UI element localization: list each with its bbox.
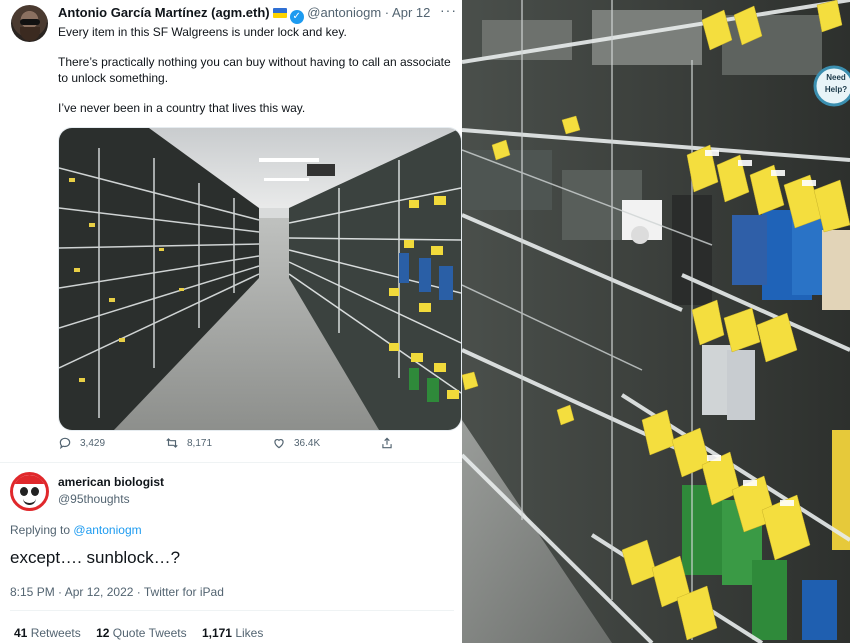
retweets-count: 41 [14,626,28,640]
reply-icon [59,437,71,450]
likes-count: 1,171 [201,626,232,640]
tweet-panel: Antonio García Martínez (agm.eth) ✓ @anto… [0,0,462,643]
tweet-paragraph: I’ve never been in a country that lives … [58,101,306,115]
verified-icon: ✓ [289,10,304,24]
reply-action[interactable]: 3,429 [58,436,105,450]
tweet-header: Antonio García Martínez (agm.eth) ✓ @anto… [58,5,430,24]
retweet-icon [166,438,178,448]
avatar-mouth [23,498,36,505]
author-handle[interactable]: @antoniogm [307,5,381,20]
share-action[interactable] [380,436,394,450]
replying-prefix: Replying to [10,523,71,537]
separator-dot: · [384,5,390,20]
author-name[interactable]: Antonio García Martínez (agm.eth) [58,5,270,20]
avatar-beard [20,27,40,41]
retweet-count: 8,171 [187,437,213,449]
ukraine-flag-icon [272,8,287,18]
reply-meta[interactable]: 8:15 PM · Apr 12, 2022 · Twitter for iPa… [10,585,224,599]
reply-author-name[interactable]: american biologist [58,475,164,489]
quote-tweets-count: 12 [96,626,110,640]
like-action[interactable]: 36.4K [272,436,320,450]
divider [0,462,462,463]
help-sign: Need Help? [813,65,850,107]
tweet-paragraph: Every item in this SF Walgreens is under… [58,25,347,39]
tweet-date[interactable]: Apr 12 [392,5,430,20]
replying-to-line: Replying to @antoniogm [10,523,142,537]
reply-count: 3,429 [80,437,106,449]
likes-label: Likes [235,626,264,640]
avatar-eye [31,487,39,496]
tweet-photo[interactable] [58,127,462,431]
reply-stats: 41 Retweets 12 Quote Tweets 1,171 Likes [14,626,275,640]
replying-to-link[interactable]: @antoniogm [73,523,141,537]
help-sign-line-1: Need [826,73,846,82]
share-icon [382,437,392,449]
avatar-glasses [20,19,40,25]
author-avatar[interactable] [11,5,48,42]
like-icon [274,439,284,449]
tweet-paragraph: There’s practically nothing you can buy … [58,55,451,85]
tweet-body: Every item in this SF Walgreens is under… [58,24,456,130]
tweet-actions: 3,429 8,171 36.4K [58,436,458,454]
avatar-eye [20,487,28,496]
quote-tweets-label: Quote Tweets [112,626,187,640]
retweet-action[interactable]: 8,171 [165,436,212,450]
locked-shelves-image: Need Help? [462,0,850,643]
help-sign-line-2: Help? [825,85,847,94]
shelf-photo: Need Help? [462,0,850,643]
like-count: 36.4K [294,437,321,449]
quote-tweets-stat[interactable]: 12 Quote Tweets [96,626,187,640]
retweets-stat[interactable]: 41 Retweets [14,626,81,640]
likes-stat[interactable]: 1,171 Likes [202,626,263,640]
reply-text: except…. sunblock…? [10,548,181,567]
divider [10,610,454,611]
avatar-band [13,475,46,484]
reply-author-avatar[interactable] [10,472,49,511]
store-aisle-image [59,128,461,430]
retweets-label: Retweets [30,626,81,640]
reply-author-handle[interactable]: @95thoughts [58,492,130,506]
more-options-icon[interactable]: ··· [440,2,457,18]
